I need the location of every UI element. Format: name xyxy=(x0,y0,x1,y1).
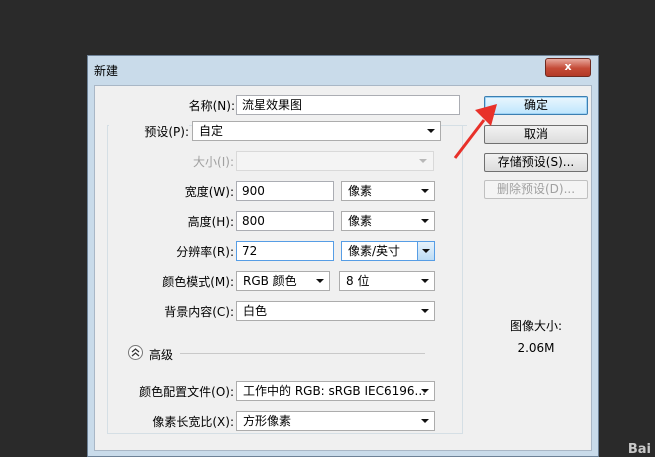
resolution-unit-value: 像素/英寸 xyxy=(348,244,401,258)
width-unit-select[interactable]: 像素 xyxy=(341,181,435,201)
preset-label: 预设(P): xyxy=(109,123,189,140)
pixel-aspect-value: 方形像素 xyxy=(243,414,292,428)
preset-group-bottom-border xyxy=(107,433,462,434)
height-unit-select[interactable]: 像素 xyxy=(341,211,435,231)
watermark: Bai xyxy=(627,442,651,457)
color-mode-value: RGB 颜色 xyxy=(243,274,297,288)
advanced-divider xyxy=(180,353,425,354)
title-bar[interactable]: 新建 x xyxy=(88,56,598,84)
height-unit-value: 像素 xyxy=(348,214,373,228)
color-profile-label: 颜色配置文件(O): xyxy=(139,385,234,399)
chevron-down-icon xyxy=(421,419,429,423)
preset-value: 自定 xyxy=(199,124,224,138)
image-size-label: 图像大小: xyxy=(509,319,563,333)
preset-group-right-border xyxy=(462,125,463,434)
height-label: 高度(H): xyxy=(187,215,234,229)
color-profile-value: 工作中的 RGB: sRGB IEC6196... xyxy=(243,384,426,398)
new-document-dialog: 新建 x 名称(N): 流星效果图 预设(P): 自定 大小(I): 宽度(W)… xyxy=(87,55,599,457)
background-value: 白色 xyxy=(243,304,268,318)
close-button[interactable]: x xyxy=(545,58,591,77)
save-preset-button[interactable]: 存储预设(S)... xyxy=(484,153,588,172)
color-mode-label: 颜色模式(M): xyxy=(162,275,234,289)
preset-group-left-border xyxy=(107,125,108,433)
pixel-aspect-select[interactable]: 方形像素 xyxy=(236,411,435,431)
chevron-down-icon xyxy=(421,189,429,193)
chevron-down-icon xyxy=(421,219,429,223)
color-mode-select[interactable]: RGB 颜色 xyxy=(236,271,330,291)
height-input[interactable]: 800 xyxy=(236,211,334,231)
collapse-advanced-icon[interactable] xyxy=(128,345,143,360)
preset-select[interactable]: 自定 xyxy=(192,121,441,141)
chevron-down-icon xyxy=(419,159,427,163)
size-select xyxy=(236,151,434,171)
chevron-down-icon xyxy=(421,279,429,283)
color-profile-select[interactable]: 工作中的 RGB: sRGB IEC6196... xyxy=(236,381,435,401)
bit-depth-select[interactable]: 8 位 xyxy=(339,271,435,291)
chevron-down-icon xyxy=(421,309,429,313)
width-unit-value: 像素 xyxy=(348,184,373,198)
image-size-value: 2.06M xyxy=(517,341,555,355)
size-label: 大小(I): xyxy=(193,155,234,169)
name-label: 名称(N): xyxy=(188,99,235,113)
chevron-down-icon xyxy=(316,279,324,283)
delete-preset-button: 删除预设(D)... xyxy=(484,180,588,199)
background-select[interactable]: 白色 xyxy=(236,301,435,321)
cancel-button[interactable]: 取消 xyxy=(484,125,588,144)
advanced-label[interactable]: 高级 xyxy=(149,346,173,363)
resolution-label: 分辨率(R): xyxy=(176,245,234,259)
pixel-aspect-label: 像素长宽比(X): xyxy=(152,415,234,429)
dialog-title: 新建 xyxy=(94,64,119,78)
dropdown-button[interactable] xyxy=(417,242,434,260)
name-input[interactable]: 流星效果图 xyxy=(236,95,460,115)
width-label: 宽度(W): xyxy=(184,185,234,199)
ok-button[interactable]: 确定 xyxy=(484,96,588,115)
chevron-down-icon xyxy=(427,129,435,133)
resolution-unit-select[interactable]: 像素/英寸 xyxy=(341,241,435,261)
chevron-down-icon xyxy=(422,249,430,253)
resolution-input[interactable]: 72 xyxy=(236,241,334,261)
chevron-down-icon xyxy=(421,389,429,393)
dialog-body: 名称(N): 流星效果图 预设(P): 自定 大小(I): 宽度(W): 900… xyxy=(94,85,592,451)
width-input[interactable]: 900 xyxy=(236,181,334,201)
bit-depth-value: 8 位 xyxy=(346,274,370,288)
background-label: 背景内容(C): xyxy=(164,305,234,319)
